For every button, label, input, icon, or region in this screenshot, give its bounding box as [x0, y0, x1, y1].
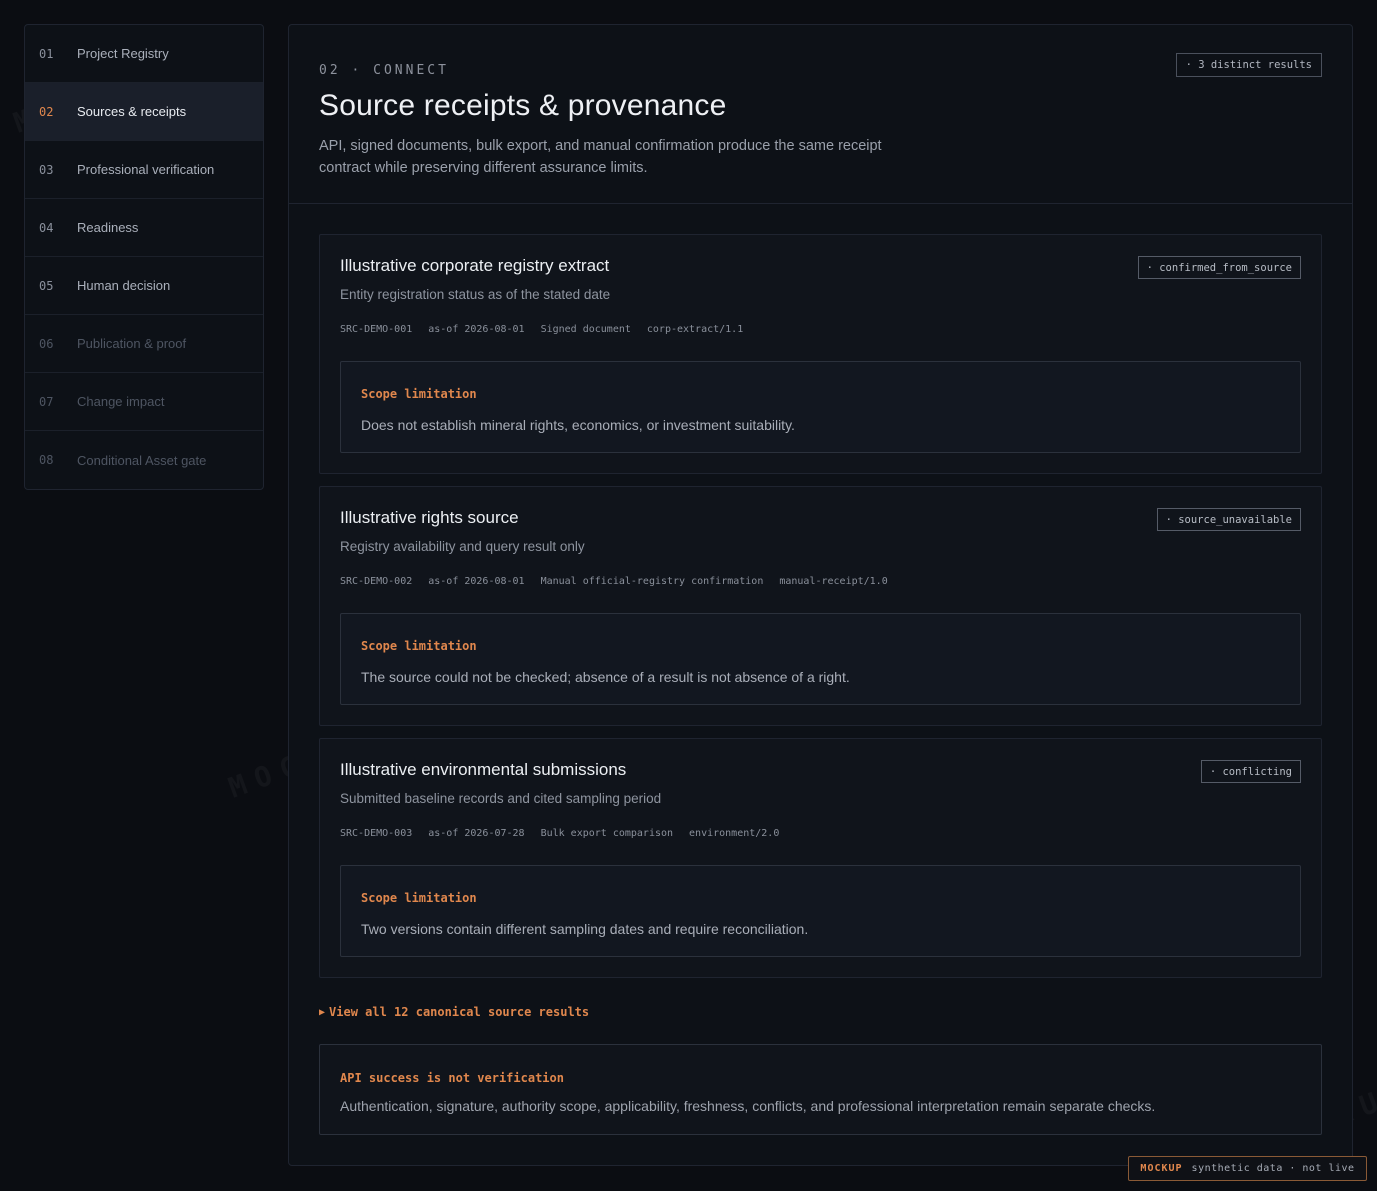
section-eyebrow: 02 · CONNECT: [319, 63, 449, 78]
result-count-badge: · 3 distinct results: [1175, 53, 1322, 77]
sidebar-item-publication-proof[interactable]: 06 Publication & proof: [25, 315, 263, 373]
sidebar-item-label: Human decision: [77, 278, 171, 293]
scope-limitation-box: Scope limitation Does not establish mine…: [340, 361, 1301, 453]
page-description: API, signed documents, bulk export, and …: [319, 138, 882, 176]
source-title: Illustrative rights source: [340, 508, 519, 527]
step-number: 07: [39, 394, 54, 409]
source-card: Illustrative corporate registry extract …: [319, 234, 1322, 474]
source-card: Illustrative environmental submissions ·…: [319, 738, 1322, 978]
source-subtitle: Submitted baseline records and cited sam…: [340, 791, 662, 806]
scope-limitation-box: Scope limitation Two versions contain di…: [340, 865, 1301, 957]
source-subtitle: Entity registration status as of the sta…: [340, 287, 611, 302]
source-id: SRC-DEMO-002: [340, 576, 413, 587]
scope-limitation-text: The source could not be checked; absence…: [361, 669, 850, 685]
sidebar-item-readiness[interactable]: 04 Readiness: [25, 199, 263, 257]
sidebar-item-sources-receipts[interactable]: 02 Sources & receipts: [25, 83, 263, 141]
source-meta: SRC-DEMO-002 as-of 2026-08-01 Manual off…: [340, 576, 888, 587]
sidebar-item-change-impact[interactable]: 07 Change impact: [25, 373, 263, 431]
source-meta: SRC-DEMO-003 as-of 2026-07-28 Bulk expor…: [340, 828, 779, 839]
sidebar-item-conditional-asset-gate[interactable]: 08 Conditional Asset gate: [25, 431, 263, 489]
scope-limitation-label: Scope limitation: [361, 891, 477, 905]
as-of-date: as-of 2026-07-28: [428, 828, 525, 839]
sidebar-nav: 01 Project Registry 02 Sources & receipt…: [24, 24, 264, 490]
source-id: SRC-DEMO-003: [340, 828, 413, 839]
sidebar-item-professional-verification[interactable]: 03 Professional verification: [25, 141, 263, 199]
sidebar-item-label: Conditional Asset gate: [77, 452, 207, 468]
schema-version: corp-extract/1.1: [646, 324, 744, 335]
mockup-label: MOCKUP: [1140, 1163, 1183, 1174]
page-title: Source receipts & provenance: [319, 89, 727, 122]
source-id: SRC-DEMO-001: [340, 324, 413, 335]
note-title: API success is not verification: [340, 1071, 564, 1085]
scope-limitation-box: Scope limitation The source could not be…: [340, 613, 1301, 705]
step-number: 08: [39, 453, 54, 467]
sidebar-item-label: Professional verification: [77, 162, 215, 177]
main-panel: 02 · CONNECT Source receipts & provenanc…: [288, 24, 1353, 1166]
section-header: 02 · CONNECT Source receipts & provenanc…: [289, 25, 1352, 204]
step-number: 05: [39, 278, 54, 293]
verification-note: API success is not verification Authenti…: [319, 1044, 1322, 1135]
as-of-date: as-of 2026-08-01: [428, 576, 525, 587]
sidebar-item-human-decision[interactable]: 05 Human decision: [25, 257, 263, 315]
sidebar-item-label: Readiness: [77, 220, 139, 235]
sidebar-item-label: Change impact: [77, 394, 165, 409]
sidebar-item-label: Project Registry: [77, 46, 169, 61]
scope-limitation-label: Scope limitation: [361, 639, 477, 653]
source-method: Manual official-registry confirmation: [540, 576, 764, 587]
source-card: Illustrative rights source · source_unav…: [319, 486, 1322, 726]
status-badge: · confirmed_from_source: [1137, 256, 1301, 279]
step-number: 02: [39, 104, 54, 119]
source-title: Illustrative corporate registry extract: [340, 256, 610, 275]
as-of-date: as-of 2026-08-01: [428, 324, 525, 335]
note-text: Authentication, signature, authority sco…: [340, 1098, 1156, 1114]
step-number: 03: [39, 162, 54, 177]
mockup-badge: MOCKUP synthetic data · not live: [1128, 1156, 1367, 1181]
source-meta: SRC-DEMO-001 as-of 2026-08-01 Signed doc…: [340, 324, 743, 335]
step-number: 01: [39, 46, 54, 61]
view-all-label: View all 12 canonical source results: [329, 1005, 590, 1019]
status-badge: · source_unavailable: [1156, 508, 1301, 531]
mockup-note: synthetic data · not live: [1191, 1163, 1355, 1174]
scope-limitation-text: Does not establish mineral rights, econo…: [361, 417, 795, 433]
sidebar-item-project-registry[interactable]: 01 Project Registry: [25, 25, 263, 83]
step-number: 06: [39, 336, 54, 351]
source-method: Bulk export comparison: [540, 828, 674, 839]
source-method: Signed document: [540, 324, 631, 335]
schema-version: manual-receipt/1.0: [779, 576, 888, 587]
scope-limitation-text: Two versions contain different sampling …: [361, 921, 809, 937]
triangle-right-icon: ▶: [319, 1006, 326, 1018]
status-badge: · conflicting: [1200, 760, 1301, 783]
sidebar-item-label: Publication & proof: [77, 336, 187, 351]
source-subtitle: Registry availability and query result o…: [340, 539, 585, 554]
view-all-sources-toggle[interactable]: ▶ View all 12 canonical source results: [319, 1005, 589, 1019]
source-title: Illustrative environmental submissions: [340, 760, 627, 779]
schema-version: environment/2.0: [689, 828, 780, 839]
sidebar-item-label: Sources & receipts: [77, 104, 187, 119]
step-number: 04: [39, 220, 54, 235]
scope-limitation-label: Scope limitation: [361, 387, 477, 401]
